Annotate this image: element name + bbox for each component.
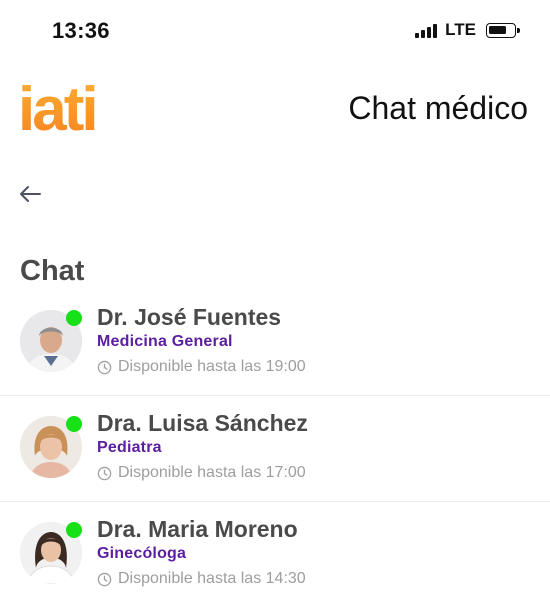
doctor-specialty: Ginecóloga (97, 545, 187, 562)
doctor-name: Dra. Luisa Sánchez (97, 410, 308, 436)
battery-icon (486, 22, 520, 38)
back-button[interactable] (14, 178, 46, 210)
clock-icon (97, 572, 112, 586)
online-status-indicator (66, 310, 82, 326)
doctor-list: Dr. José Fuentes Medicina General Dispon… (0, 290, 550, 608)
online-status-indicator (66, 522, 82, 538)
availability-text: Disponible hasta las 17:00 (118, 464, 306, 481)
doctor-list-item[interactable]: Dra. Luisa Sánchez Pediatra Disponible h… (0, 396, 550, 502)
doctor-name: Dra. Maria Moreno (97, 516, 298, 542)
status-indicators: LTE (415, 20, 520, 40)
doctor-list-item[interactable]: Dra. Maria Moreno Ginecóloga Disponible … (0, 502, 550, 608)
doctor-specialty: Pediatra (97, 439, 162, 456)
clock-icon (97, 466, 112, 480)
app-header: iati Chat médico (0, 72, 550, 144)
doctor-list-item[interactable]: Dr. José Fuentes Medicina General Dispon… (0, 290, 550, 396)
doctor-availability: Disponible hasta las 17:00 (97, 464, 306, 482)
doctor-availability: Disponible hasta las 14:30 (97, 570, 306, 588)
signal-icon (415, 22, 438, 38)
availability-text: Disponible hasta las 14:30 (118, 570, 306, 587)
online-status-indicator (66, 416, 82, 432)
battery-level (489, 25, 506, 34)
iati-logo: iati (18, 76, 99, 140)
clock-icon (97, 360, 112, 374)
page-title: Chat médico (348, 90, 528, 126)
availability-text: Disponible hasta las 19:00 (118, 358, 306, 375)
section-title: Chat (20, 255, 85, 287)
doctor-name: Dr. José Fuentes (97, 304, 282, 330)
arrow-left-icon (20, 186, 41, 202)
svg-text:iati: iati (18, 76, 96, 140)
doctor-specialty: Medicina General (97, 333, 233, 350)
doctor-availability: Disponible hasta las 19:00 (97, 358, 306, 376)
network-type: LTE (445, 20, 476, 39)
status-bar: 13:36 LTE (0, 0, 550, 62)
status-time: 13:36 (52, 18, 110, 43)
